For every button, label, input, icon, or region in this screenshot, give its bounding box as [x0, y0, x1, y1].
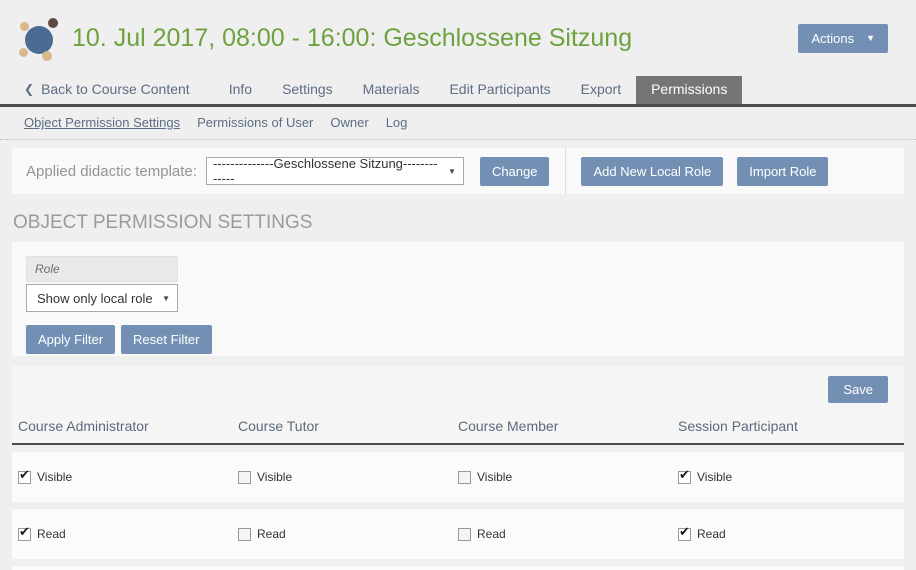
- column-header-course-tutor: Course Tutor: [238, 418, 458, 434]
- permission-cell: ✔ Read: [678, 527, 898, 541]
- checkmark-icon: ✔: [679, 468, 690, 481]
- permission-label: Read: [697, 527, 726, 541]
- permission-cell: Visible: [238, 470, 458, 484]
- subtab-owner[interactable]: Owner: [330, 115, 368, 130]
- chevron-left-icon: ❮: [24, 82, 34, 96]
- column-header-row: Course AdministratorCourse TutorCourse M…: [12, 403, 904, 443]
- role-buttons: Add New Local Role Import Role: [581, 157, 828, 186]
- visible-checkbox-course-administrator[interactable]: ✔: [18, 471, 31, 484]
- tab-settings[interactable]: Settings: [267, 76, 348, 104]
- tab-info[interactable]: Info: [214, 76, 267, 104]
- page-title: 10. Jul 2017, 08:00 - 16:00: Geschlossen…: [72, 24, 632, 53]
- permission-row-read: ✔ Read Read Read ✔ Read: [12, 509, 904, 559]
- permission-label: Read: [477, 527, 506, 541]
- import-role-button[interactable]: Import Role: [737, 157, 828, 186]
- didactic-template-toolbar: Applied didactic template: -------------…: [12, 148, 904, 194]
- permissions-rows: ✔ Visible Visible Visible ✔ Visible ✔ Read Read R…: [0, 452, 916, 559]
- tab-bar: ❮ Back to Course Content InfoSettingsMat…: [0, 76, 916, 107]
- visible-checkbox-session-participant[interactable]: ✔: [678, 471, 691, 484]
- tab-permissions[interactable]: Permissions: [636, 76, 742, 104]
- visible-checkbox-course-tutor[interactable]: [238, 471, 251, 484]
- next-row-partial: [12, 566, 904, 570]
- chevron-down-icon: ▼: [866, 34, 875, 43]
- tab-edit-participants[interactable]: Edit Participants: [434, 76, 565, 104]
- checkmark-icon: ✔: [19, 468, 30, 481]
- filter-buttons: Apply Filter Reset Filter: [26, 325, 890, 354]
- subtab-object-permission-settings[interactable]: Object Permission Settings: [24, 115, 180, 130]
- select-arrow-icon: ▼: [162, 294, 170, 303]
- logo-dot-top-left: [20, 22, 29, 31]
- toolbar-divider: [565, 148, 566, 194]
- permission-label: Visible: [477, 470, 512, 484]
- role-filter-selected-value: Show only local role: [37, 291, 153, 306]
- permission-row-visible: ✔ Visible Visible Visible ✔ Visible: [12, 452, 904, 502]
- column-header-course-member: Course Member: [458, 418, 678, 434]
- read-checkbox-course-member[interactable]: [458, 528, 471, 541]
- save-button[interactable]: Save: [828, 376, 888, 403]
- column-header-session-participant: Session Participant: [678, 418, 898, 434]
- visible-checkbox-course-member[interactable]: [458, 471, 471, 484]
- select-arrow-icon: ▼: [448, 167, 456, 176]
- add-new-local-role-button[interactable]: Add New Local Role: [581, 157, 723, 186]
- section-title: OBJECT PERMISSION SETTINGS: [13, 212, 916, 234]
- checkmark-icon: ✔: [19, 525, 30, 538]
- subtab-log[interactable]: Log: [386, 115, 408, 130]
- subtab-permissions-of-user[interactable]: Permissions of User: [197, 115, 313, 130]
- role-filter-label: Role: [26, 256, 178, 282]
- didactic-template-select[interactable]: --------------Geschlossene Sitzung------…: [206, 157, 464, 185]
- back-to-course-content-link[interactable]: ❮ Back to Course Content: [24, 76, 200, 104]
- header: 10. Jul 2017, 08:00 - 16:00: Geschlossen…: [0, 0, 916, 76]
- read-checkbox-course-tutor[interactable]: [238, 528, 251, 541]
- read-checkbox-course-administrator[interactable]: ✔: [18, 528, 31, 541]
- actions-button[interactable]: Actions ▼: [798, 24, 888, 53]
- permissions-table-header: Save Course AdministratorCourse TutorCou…: [12, 366, 904, 445]
- actions-button-label: Actions: [811, 31, 854, 46]
- read-checkbox-session-participant[interactable]: ✔: [678, 528, 691, 541]
- role-filter-select[interactable]: Show only local role ▼: [26, 284, 178, 312]
- logo-dot-bottom-left: [19, 48, 28, 57]
- back-link-label: Back to Course Content: [41, 81, 190, 97]
- permission-cell: Read: [458, 527, 678, 541]
- tab-materials[interactable]: Materials: [348, 76, 435, 104]
- apply-filter-button[interactable]: Apply Filter: [26, 325, 115, 354]
- logo-dot-bottom-right: [42, 51, 52, 61]
- permission-label: Read: [257, 527, 286, 541]
- change-button[interactable]: Change: [480, 157, 550, 186]
- permission-cell: Read: [238, 527, 458, 541]
- permission-label: Read: [37, 527, 66, 541]
- template-label: Applied didactic template:: [26, 163, 197, 180]
- save-row: Save: [12, 376, 904, 403]
- permission-label: Visible: [697, 470, 732, 484]
- checkmark-icon: ✔: [679, 525, 690, 538]
- reset-filter-button[interactable]: Reset Filter: [121, 325, 211, 354]
- permission-label: Visible: [37, 470, 72, 484]
- filter-panel: Role Show only local role ▼ Apply Filter…: [12, 242, 904, 356]
- permission-cell: ✔ Read: [18, 527, 238, 541]
- column-header-course-administrator: Course Administrator: [18, 418, 238, 434]
- page: 10. Jul 2017, 08:00 - 16:00: Geschlossen…: [0, 0, 916, 570]
- logo-center-dot: [25, 26, 53, 54]
- didactic-template-selected-value: --------------Geschlossene Sitzung------…: [213, 156, 441, 186]
- logo-dot-top-right: [48, 18, 58, 28]
- permission-cell: Visible: [458, 470, 678, 484]
- session-icon: [14, 13, 64, 63]
- permission-cell: ✔ Visible: [18, 470, 238, 484]
- tab-export[interactable]: Export: [566, 76, 636, 104]
- permission-label: Visible: [257, 470, 292, 484]
- subtab-bar: Object Permission Settings Permissions of…: [0, 107, 916, 140]
- tabs: InfoSettingsMaterialsEdit ParticipantsEx…: [214, 76, 743, 104]
- permission-cell: ✔ Visible: [678, 470, 898, 484]
